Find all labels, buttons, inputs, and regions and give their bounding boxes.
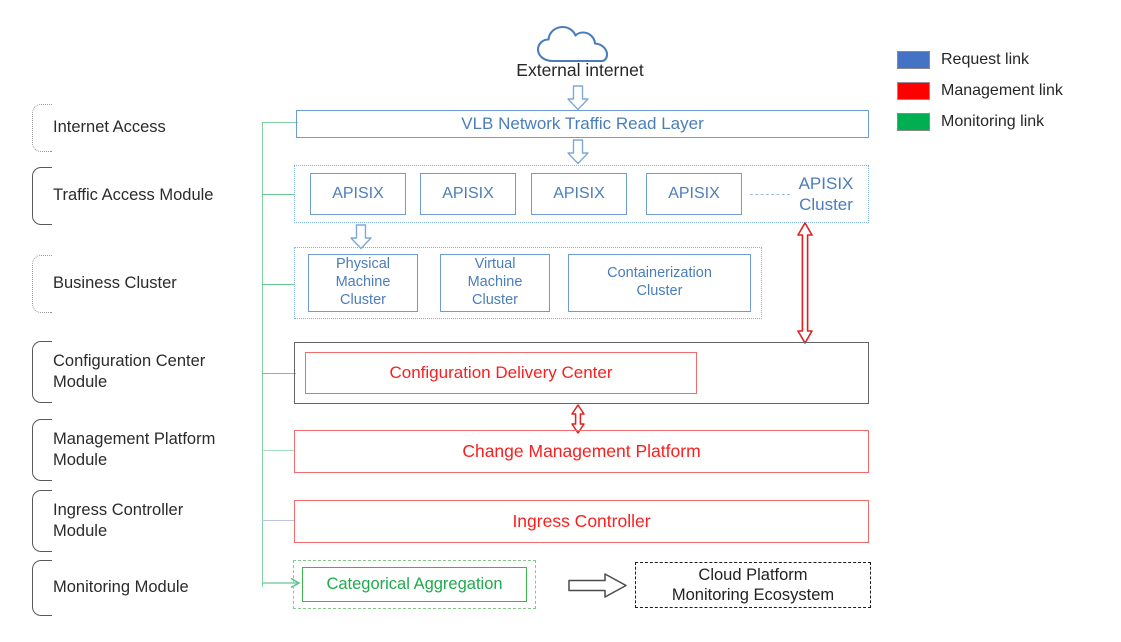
external-internet-label: External internet: [516, 60, 644, 80]
virtual-machine-cluster-label: Virtual Machine Cluster: [467, 256, 523, 308]
legend-item-management-link: Management link: [897, 78, 1112, 103]
configuration-delivery-center-label: Configuration Delivery Center: [389, 363, 613, 382]
module-label-text: Ingress Controller Module: [53, 500, 184, 540]
legend-swatch-management: [897, 81, 930, 100]
module-label-text: Monitoring Module: [53, 578, 189, 597]
change-management-platform[interactable]: Change Management Platform: [294, 430, 869, 473]
cloud-icon: [536, 25, 609, 63]
arrow-down-vlb-to-apisix: [567, 139, 589, 165]
physical-machine-cluster-label: Physical Machine Cluster: [335, 256, 391, 308]
apisix-node-label: APISIX: [668, 185, 720, 202]
ingress-controller-label: Ingress Controller: [512, 511, 651, 531]
arrow-right-aggregation-to-cloud: [568, 573, 627, 598]
change-management-platform-label: Change Management Platform: [462, 441, 701, 461]
virtual-machine-cluster[interactable]: Virtual Machine Cluster: [440, 254, 550, 312]
apisix-node-label: APISIX: [553, 185, 605, 202]
connector-branch-ingress-controller: [262, 520, 295, 521]
categorical-aggregation-label: Categorical Aggregation: [326, 575, 503, 593]
legend-swatch-monitoring: [897, 112, 930, 131]
bracket-solid: [32, 490, 52, 552]
module-label-traffic-access: Traffic Access Module: [32, 167, 257, 225]
apisix-cluster-label: APISIX Cluster: [788, 168, 864, 220]
module-label-text: Management Platform Module: [53, 429, 216, 469]
apisix-cluster-label-text: APISIX Cluster: [798, 173, 854, 214]
apisix-node-label: APISIX: [442, 185, 494, 202]
apisix-node[interactable]: APISIX: [310, 173, 406, 215]
legend-label: Management link: [941, 81, 1063, 99]
connector-branch-configuration-center: [262, 373, 296, 374]
apisix-node-label: APISIX: [332, 185, 384, 202]
module-label-internet-access: Internet Access: [32, 104, 242, 152]
ingress-controller[interactable]: Ingress Controller: [294, 500, 869, 543]
connector-branch-business-cluster: [262, 284, 295, 285]
connector-branch-traffic-access: [262, 194, 295, 195]
module-label-text: Traffic Access Module: [53, 186, 214, 205]
connector-branch-management-platform: [262, 450, 295, 451]
module-label-management-platform: Management Platform Module: [32, 419, 260, 481]
containerization-cluster[interactable]: Containerization Cluster: [568, 254, 751, 312]
bracket-solid: [32, 341, 52, 403]
module-label-text: Configuration Center Module: [53, 351, 206, 391]
bracket-solid: [32, 560, 52, 616]
module-label-monitoring: Monitoring Module: [32, 560, 237, 616]
physical-machine-cluster[interactable]: Physical Machine Cluster: [308, 254, 418, 312]
bracket-solid: [32, 167, 52, 225]
cloud-platform-monitoring-ecosystem[interactable]: Cloud Platform Monitoring Ecosystem: [635, 562, 871, 608]
layer-vlb-label: VLB Network Traffic Read Layer: [461, 114, 704, 133]
module-label-text: Business Cluster: [53, 274, 177, 293]
legend-item-request-link: Request link: [897, 47, 1112, 72]
apisix-node[interactable]: APISIX: [646, 173, 742, 215]
legend: Request link Management link Monitoring …: [897, 47, 1112, 134]
cloud-platform-monitoring-label: Cloud Platform Monitoring Ecosystem: [671, 565, 835, 604]
module-label-text: Internet Access: [53, 118, 166, 137]
arrow-bidirectional-apisix-to-config: [797, 222, 813, 344]
module-label-ingress-controller: Ingress Controller Module: [32, 490, 237, 552]
apisix-cluster-ellipsis: [750, 194, 790, 195]
containerization-cluster-label: Containerization Cluster: [607, 265, 712, 299]
legend-item-monitoring-link: Monitoring link: [897, 109, 1112, 134]
architecture-diagram: Internet Access Traffic Access Module Bu…: [0, 0, 1121, 642]
module-label-business-cluster: Business Cluster: [32, 255, 232, 313]
layer-vlb-network-traffic-read[interactable]: VLB Network Traffic Read Layer: [296, 110, 869, 138]
bracket-dotted: [32, 104, 52, 152]
connector-branch-internet-access: [262, 122, 298, 123]
apisix-node[interactable]: APISIX: [531, 173, 627, 215]
legend-label: Request link: [941, 50, 1030, 68]
connector-trunk: [262, 122, 263, 587]
arrow-down-external-to-vlb: [567, 85, 589, 111]
module-label-configuration-center: Configuration Center Module: [32, 341, 247, 403]
legend-swatch-request: [897, 50, 930, 69]
categorical-aggregation[interactable]: Categorical Aggregation: [302, 567, 527, 602]
configuration-delivery-center[interactable]: Configuration Delivery Center: [305, 352, 697, 394]
legend-label: Monitoring link: [941, 112, 1045, 130]
apisix-node[interactable]: APISIX: [420, 173, 516, 215]
bracket-dotted: [32, 255, 52, 313]
bracket-solid: [32, 419, 52, 481]
